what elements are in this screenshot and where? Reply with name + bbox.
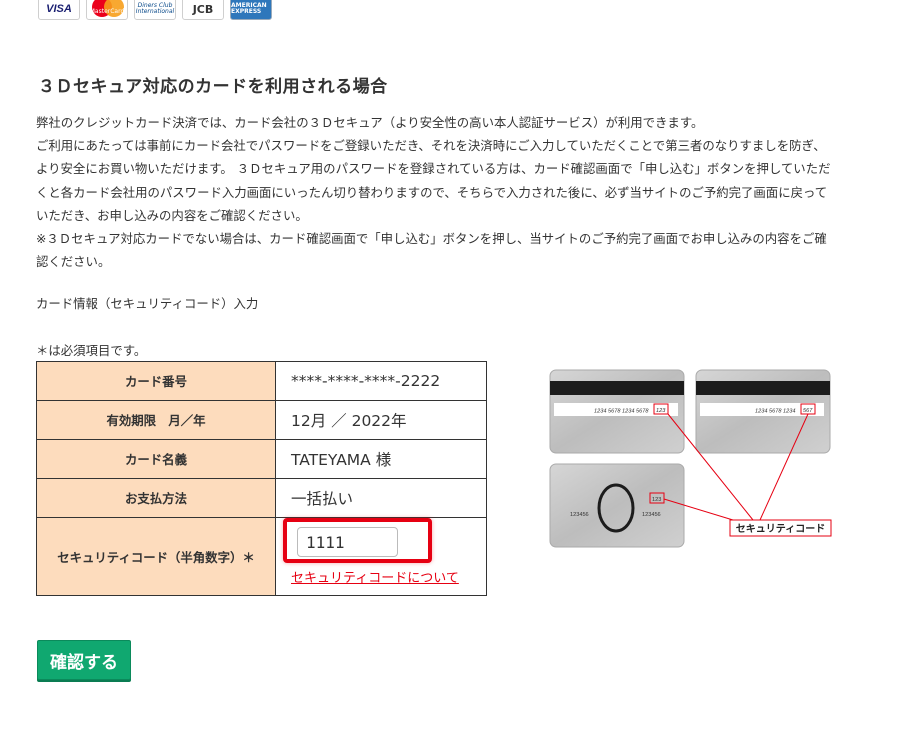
expiry-label: 有効期限 月／年 (36, 400, 276, 440)
table-row: 有効期限 月／年 12月 ／ 2022年 (36, 400, 487, 440)
mastercard-logo: MasterCard (86, 0, 128, 20)
callout-label: セキュリティコード (736, 523, 825, 535)
card1-number-text: 1234 5678 1234 5678 (594, 409, 649, 415)
card-back-1: 1234 5678 1234 5678 123 (549, 369, 685, 454)
jcb-logo: JCB (182, 0, 224, 20)
description-paragraph-1: 弊社のクレジットカード決済では、カード会社の３Ｄセキュア（より安全性の高い本人認… (36, 115, 704, 130)
required-note: ＊は必須項目です。 (36, 343, 147, 358)
description-paragraph-3: ※３Ｄセキュア対応カードでない場合は、カード確認画面で「申し込む」ボタンを押し、… (36, 231, 827, 270)
card1-code-text: 123 (656, 408, 666, 414)
expiry-value: 12月 ／ 2022年 (275, 400, 487, 440)
card-info-table: カード番号 ****-****-****-2222 有効期限 月／年 12月 ／… (36, 361, 487, 596)
card-number-label: カード番号 (36, 361, 276, 401)
table-row: カード番号 ****-****-****-2222 (36, 361, 487, 401)
card3-code-text: 123 (652, 497, 661, 503)
section-label: カード情報（セキュリティコード）入力 (36, 296, 259, 311)
card3-right-number: 123456 (642, 512, 661, 518)
card-holder-value: TATEYAMA 様 (275, 439, 487, 479)
security-code-help-link[interactable]: セキュリティコードについて (291, 567, 459, 586)
table-row: セキュリティコード（半角数字）＊ セキュリティコードについて (36, 517, 487, 596)
amex-logo: AMERICAN EXPRESS (230, 0, 272, 20)
card-front-3: 123456 123456 123 (549, 463, 685, 548)
card2-code-text: 567 (803, 408, 813, 414)
table-row: お支払方法 一括払い (36, 478, 487, 518)
table-row: カード名義 TATEYAMA 様 (36, 439, 487, 479)
payment-method-label: お支払方法 (36, 478, 276, 518)
payment-method-value: 一括払い (275, 478, 487, 518)
card2-number-text: 1234 5678 1234 (755, 409, 795, 415)
card-number-value: ****-****-****-2222 (275, 361, 487, 401)
security-code-diagram: 1234 5678 1234 5678 123 1234 5678 1234 5… (549, 369, 832, 548)
visa-logo: VISA (38, 0, 80, 20)
card-holder-label: カード名義 (36, 439, 276, 479)
description: 弊社のクレジットカード決済では、カード会社の３Ｄセキュア（より安全性の高い本人認… (36, 111, 836, 273)
security-code-cell: セキュリティコードについて (275, 517, 487, 596)
card3-left-number: 123456 (570, 512, 589, 518)
security-code-input[interactable] (297, 527, 398, 557)
diners-logo: Diners Club International (134, 0, 176, 20)
card-brand-logos: VISA MasterCard Diners Club Internationa… (38, 0, 272, 20)
card-back-2: 1234 5678 1234 567 (695, 369, 831, 454)
confirm-button[interactable]: 確認する (37, 640, 131, 680)
description-paragraph-2: ご利用にあたっては事前にカード会社でパスワードをご登録いただき、それを決済時にご… (36, 138, 831, 223)
security-code-label: セキュリティコード（半角数字）＊ (36, 517, 276, 596)
page-heading: ３Ｄセキュア対応のカードを利用される場合 (38, 77, 388, 97)
